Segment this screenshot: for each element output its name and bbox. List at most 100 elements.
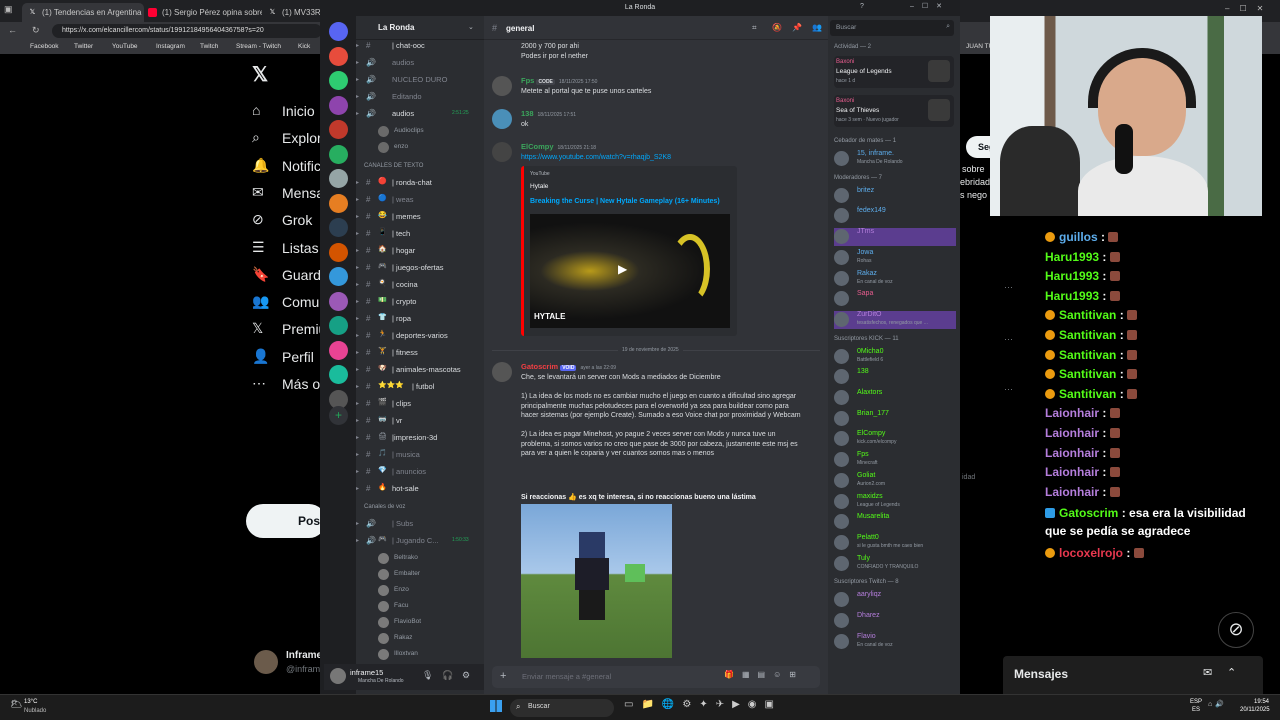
bookmark[interactable]: YouTube <box>112 43 138 50</box>
chat-username[interactable]: Santitivan <box>1059 348 1116 362</box>
x-messages-panel[interactable]: Mensajes ✉ ⌃ <box>1003 656 1263 694</box>
chat-username[interactable]: Santitivan <box>1059 367 1116 381</box>
channel-item[interactable]: ▸ # ⭐⭐⭐ | futbol <box>356 381 484 395</box>
clock-time[interactable]: 19:54 <box>1254 699 1269 705</box>
bookmark[interactable]: Kick <box>298 43 310 50</box>
chevron-right-icon[interactable]: ▸ <box>356 247 359 254</box>
category-header[interactable]: CANALES DE TEXTO <box>364 163 423 169</box>
message-author[interactable]: Gatoscrim VOID ayer a las 22:09 <box>521 362 616 371</box>
add-server-icon[interactable]: + <box>329 406 348 425</box>
server-icon[interactable] <box>329 193 348 213</box>
lang-indicator[interactable]: ESP <box>1190 699 1202 705</box>
channel-item[interactable]: ▸ 🔊 audios 2:51:25 <box>356 108 484 122</box>
plus-icon[interactable]: + <box>500 670 506 682</box>
voice-user[interactable]: Facu <box>378 600 478 614</box>
server-icon[interactable] <box>329 22 348 41</box>
message-composer[interactable]: + Enviar mensaje a #general 🎁▦▤☺⊞ <box>492 666 820 688</box>
mute-icon[interactable]: 🔕 <box>772 23 782 32</box>
embed-title[interactable]: Breaking the Curse | New Hytale Gameplay… <box>530 198 720 205</box>
chevron-right-icon[interactable]: ▸ <box>356 383 359 390</box>
chevron-right-icon[interactable]: ▸ <box>356 76 359 83</box>
chevron-right-icon[interactable]: ▸ <box>356 451 359 458</box>
chevron-right-icon[interactable]: ▸ <box>356 400 359 407</box>
activity-card[interactable]: Baxoni League of Legends hace 1 d <box>834 56 954 88</box>
channel-item[interactable]: ▸ # 😂 | memes <box>356 211 484 225</box>
chat-username[interactable]: Laionhair <box>1045 426 1099 440</box>
server-icon[interactable] <box>329 144 348 164</box>
settings-gear-icon[interactable]: ⚙ <box>462 670 470 681</box>
chat-username[interactable]: Santitivan <box>1059 387 1116 401</box>
avatar[interactable] <box>492 362 512 382</box>
weather-icon[interactable]: 🌥 <box>10 699 23 710</box>
message-author[interactable]: 138 18/11/2025 17:51 <box>521 109 576 118</box>
server-icon[interactable] <box>329 95 348 115</box>
chevron-right-icon[interactable]: ▸ <box>356 281 359 288</box>
compose-message-icon[interactable]: ✉ <box>1203 666 1212 679</box>
channel-item[interactable]: ▸ # 🏠 | hogar <box>356 245 484 259</box>
post-button[interactable]: Post <box>246 504 326 538</box>
member-item[interactable]: 15, inframe. Mancha De Rolando <box>834 150 956 168</box>
channel-item[interactable]: ▸ # 👕 | ropa <box>356 313 484 327</box>
reload-icon[interactable]: ↻ <box>32 25 40 36</box>
channel-item[interactable]: ▸ # 🔴 | ronda-chat <box>356 177 484 191</box>
member-item[interactable]: Dharez <box>834 612 956 630</box>
mic-icon[interactable]: 🎙 <box>422 670 433 681</box>
window-controls[interactable]: –☐✕ <box>1225 4 1273 13</box>
chevron-right-icon[interactable]: ▸ <box>356 42 359 49</box>
browser-tab[interactable]: 𝕏(1) MV33Racin <box>262 3 322 22</box>
server-header[interactable]: La Ronda ⌄ <box>356 16 484 40</box>
channel-item[interactable]: ▸ # 🎬 | clips <box>356 398 484 412</box>
channel-item[interactable]: ▸ # 📱 | tech <box>356 228 484 242</box>
avatar[interactable] <box>492 109 512 129</box>
member-item[interactable]: ZurDitO tesatisfechos, renegados que ... <box>834 310 956 329</box>
member-item[interactable]: Fps Minecraft <box>834 451 956 469</box>
browser-tab[interactable]: (1) Sergio Pérez opina sobre las ... <box>142 3 262 22</box>
voice-user[interactable]: Beltrako <box>378 552 478 566</box>
avatar[interactable] <box>492 142 512 162</box>
channel-item[interactable]: ▸ 🔊 Editando <box>356 91 484 105</box>
grok-float-button[interactable]: ⊘ <box>1218 612 1254 648</box>
member-item[interactable]: Alaxtors <box>834 389 956 407</box>
server-icon[interactable] <box>329 218 348 237</box>
member-item[interactable]: ElCompy kick.com/elcompy <box>834 430 956 448</box>
category-header[interactable]: Canales de voz <box>364 504 405 510</box>
member-item[interactable]: Goliat Aurion2.com <box>834 472 956 490</box>
server-icon[interactable] <box>329 71 348 90</box>
avatar[interactable] <box>492 76 512 96</box>
voice-user[interactable]: Embalter <box>378 568 478 582</box>
pin-icon[interactable]: 📌 <box>792 23 802 32</box>
chat-username[interactable]: Haru1993 <box>1045 250 1099 264</box>
more-icon[interactable]: ⋯ <box>1004 334 1013 345</box>
url-input[interactable]: https://x.com/elcancillercom/status/1991… <box>52 24 322 38</box>
chevron-right-icon[interactable]: ▸ <box>356 485 359 492</box>
chat-username[interactable]: Laionhair <box>1045 465 1099 479</box>
chat-username[interactable]: Gatoscrim <box>1059 506 1118 520</box>
help-icon[interactable]: ? <box>860 3 864 10</box>
bookmark[interactable]: Stream - Twitch <box>236 43 281 50</box>
channel-item[interactable]: ▸ # 💎 | anuncios <box>356 466 484 480</box>
window-controls[interactable]: –☐✕ <box>910 2 950 10</box>
avatar[interactable] <box>330 668 346 684</box>
play-icon[interactable]: ▶ <box>618 262 627 276</box>
channel-item[interactable]: ▸ # 🐶 | animales-mascotas <box>356 364 484 378</box>
chevron-right-icon[interactable]: ▸ <box>356 520 359 527</box>
server-icon[interactable] <box>329 267 348 286</box>
channel-item[interactable]: ▸ # 🏋 | fitness <box>356 347 484 361</box>
activity-card[interactable]: Baxoni Sea of Thieves hace 3 sem · Nuevo j… <box>834 95 954 127</box>
chevron-right-icon[interactable]: ▸ <box>356 468 359 475</box>
chevron-right-icon[interactable]: ▸ <box>356 315 359 322</box>
voice-user[interactable]: enzo <box>378 141 478 155</box>
channel-item[interactable]: ▸ # 🏃 | deportes-varios <box>356 330 484 344</box>
composer-tools[interactable]: 🎁▦▤☺⊞ <box>724 670 804 679</box>
channel-item[interactable]: ▸ # 🔵 | weas <box>356 194 484 208</box>
channel-item[interactable]: ▸ 🔊 🎮 | Jugando C... 1:50:33 <box>356 535 484 549</box>
member-item[interactable]: Flavio En canal de voz <box>834 633 956 651</box>
server-icon[interactable] <box>329 316 348 335</box>
channel-item[interactable]: ▸ 🔊 audios <box>356 57 484 71</box>
bookmark[interactable]: Twitter <box>74 43 93 50</box>
member-item[interactable]: maxidzs League of Legends <box>834 493 956 511</box>
bookmark[interactable]: Facebook <box>30 43 59 50</box>
channel-item[interactable]: ▸ # | chat-ooc <box>356 40 484 54</box>
channel-item[interactable]: ▸ # 💵 | crypto <box>356 296 484 310</box>
chevron-right-icon[interactable]: ▸ <box>356 298 359 305</box>
